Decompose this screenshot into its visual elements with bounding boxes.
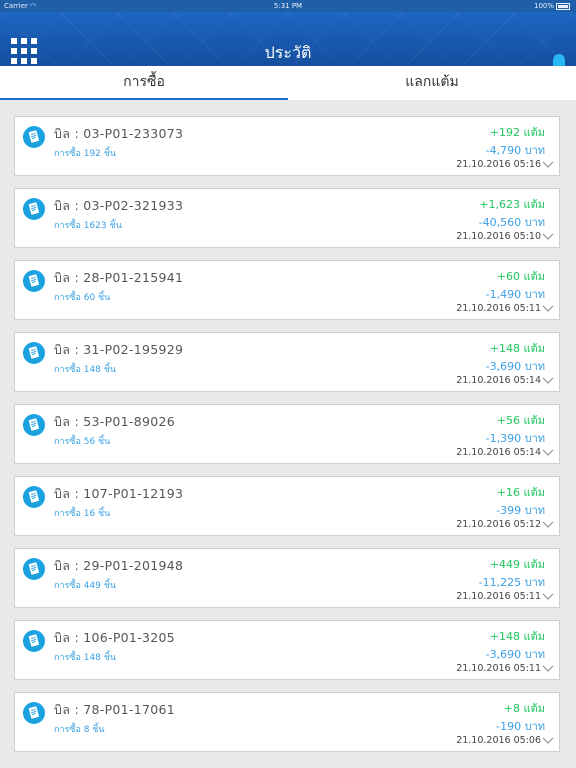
amount-baht: -11,225 บาท: [478, 576, 545, 589]
chevron-down-icon: [542, 737, 554, 744]
history-card[interactable]: บิล : 107-P01-12193 การซื้อ 16 ชิ้น +16 …: [14, 476, 560, 536]
timestamp: 21.10.2016 05:11: [456, 591, 541, 602]
status-bar: Carrier ◠ 5:31 PM 100%: [0, 0, 576, 12]
timestamp: 21.10.2016 05:06: [456, 735, 541, 746]
bill-number: บิล : 03-P02-321933: [54, 198, 184, 213]
history-card[interactable]: บิล : 29-P01-201948 การซื้อ 449 ชิ้น +44…: [14, 548, 560, 608]
chevron-down-icon: [542, 593, 554, 600]
history-card[interactable]: บิล : 78-P01-17061 การซื้อ 8 ชิ้น +8 แต้…: [14, 692, 560, 752]
history-card[interactable]: บิล : 106-P01-3205 การซื้อ 148 ชิ้น +148…: [14, 620, 560, 680]
amount-baht: -3,690 บาท: [485, 360, 545, 373]
battery-icon: [556, 2, 570, 10]
tab-redeem[interactable]: แลกแต้ม: [288, 66, 576, 100]
tab-bar: การซื้อ แลกแต้ม: [0, 66, 576, 100]
timestamp: 21.10.2016 05:12: [456, 519, 541, 530]
bill-number: บิล : 53-P01-89026: [54, 414, 175, 429]
bill-number: บิล : 107-P01-12193: [54, 486, 184, 501]
purchase-count: การซื้อ 148 ชิ้น: [54, 653, 117, 663]
purchase-count: การซื้อ 56 ชิ้น: [54, 437, 111, 447]
amount-baht: -399 บาท: [496, 504, 545, 517]
purchase-count: การซื้อ 192 ชิ้น: [54, 149, 117, 159]
purchase-count: การซื้อ 8 ชิ้น: [54, 725, 105, 735]
timestamp: 21.10.2016 05:14: [456, 375, 541, 386]
chevron-down-icon: [542, 665, 554, 672]
purchase-count: การซื้อ 449 ชิ้น: [54, 581, 117, 591]
points-earned: +148 แต้ม: [489, 630, 545, 643]
purchase-count: การซื้อ 60 ชิ้น: [54, 293, 111, 303]
bill-number: บิล : 78-P01-17061: [54, 702, 175, 717]
receipt-icon: [23, 558, 45, 580]
bill-number: บิล : 31-P02-195929: [54, 342, 184, 357]
timestamp: 21.10.2016 05:14: [456, 447, 541, 458]
timestamp: 21.10.2016 05:10: [456, 231, 541, 242]
amount-baht: -190 บาท: [496, 720, 545, 733]
purchase-count: การซื้อ 148 ชิ้น: [54, 365, 117, 375]
points-earned: +56 แต้ม: [496, 414, 545, 427]
amount-baht: -40,560 บาท: [478, 216, 545, 229]
bill-number: บิล : 03-P01-233073: [54, 126, 184, 141]
history-card[interactable]: บิล : 53-P01-89026 การซื้อ 56 ชิ้น +56 แ…: [14, 404, 560, 464]
receipt-icon: [23, 342, 45, 364]
chevron-down-icon: [542, 233, 554, 240]
points-earned: +8 แต้ม: [503, 702, 545, 715]
chevron-down-icon: [542, 449, 554, 456]
amount-baht: -1,390 บาท: [485, 432, 545, 445]
receipt-icon: [23, 630, 45, 652]
purchase-count: การซื้อ 16 ชิ้น: [54, 509, 111, 519]
points-earned: +148 แต้ม: [489, 342, 545, 355]
tab-purchases[interactable]: การซื้อ: [0, 66, 288, 100]
history-card[interactable]: บิล : 03-P01-233073 การซื้อ 192 ชิ้น +19…: [14, 116, 560, 176]
points-earned: +1,623 แต้ม: [479, 198, 545, 211]
page-title: ประวัติ: [264, 43, 312, 62]
amount-baht: -3,690 บาท: [485, 648, 545, 661]
receipt-icon: [23, 486, 45, 508]
bill-number: บิล : 29-P01-201948: [54, 558, 184, 573]
receipt-icon: [23, 126, 45, 148]
battery-indicator: 100%: [534, 0, 570, 12]
points-earned: +192 แต้ม: [489, 126, 545, 139]
receipt-icon: [23, 198, 45, 220]
timestamp: 21.10.2016 05:11: [456, 663, 541, 674]
history-card[interactable]: บิล : 28-P01-215941 การซื้อ 60 ชิ้น +60 …: [14, 260, 560, 320]
receipt-icon: [23, 414, 45, 436]
timestamp: 21.10.2016 05:11: [456, 303, 541, 314]
history-card[interactable]: บิล : 03-P02-321933 การซื้อ 1623 ชิ้น +1…: [14, 188, 560, 248]
receipt-icon: [23, 270, 45, 292]
amount-baht: -4,790 บาท: [485, 144, 545, 157]
points-earned: +449 แต้ม: [489, 558, 545, 571]
bill-number: บิล : 106-P01-3205: [54, 630, 175, 645]
chevron-down-icon: [542, 305, 554, 312]
purchase-count: การซื้อ 1623 ชิ้น: [54, 221, 122, 231]
timestamp: 21.10.2016 05:16: [456, 159, 541, 170]
bill-number: บิล : 28-P01-215941: [54, 270, 184, 285]
app-header: ประวัติ: [0, 12, 576, 74]
points-earned: +16 แต้ม: [496, 486, 545, 499]
amount-baht: -1,490 บาท: [485, 288, 545, 301]
chevron-down-icon: [542, 161, 554, 168]
chevron-down-icon: [542, 521, 554, 528]
points-earned: +60 แต้ม: [496, 270, 545, 283]
clock: 5:31 PM: [273, 2, 303, 10]
chevron-down-icon: [542, 377, 554, 384]
history-card[interactable]: บิล : 31-P02-195929 การซื้อ 148 ชิ้น +14…: [14, 332, 560, 392]
receipt-icon: [23, 702, 45, 724]
